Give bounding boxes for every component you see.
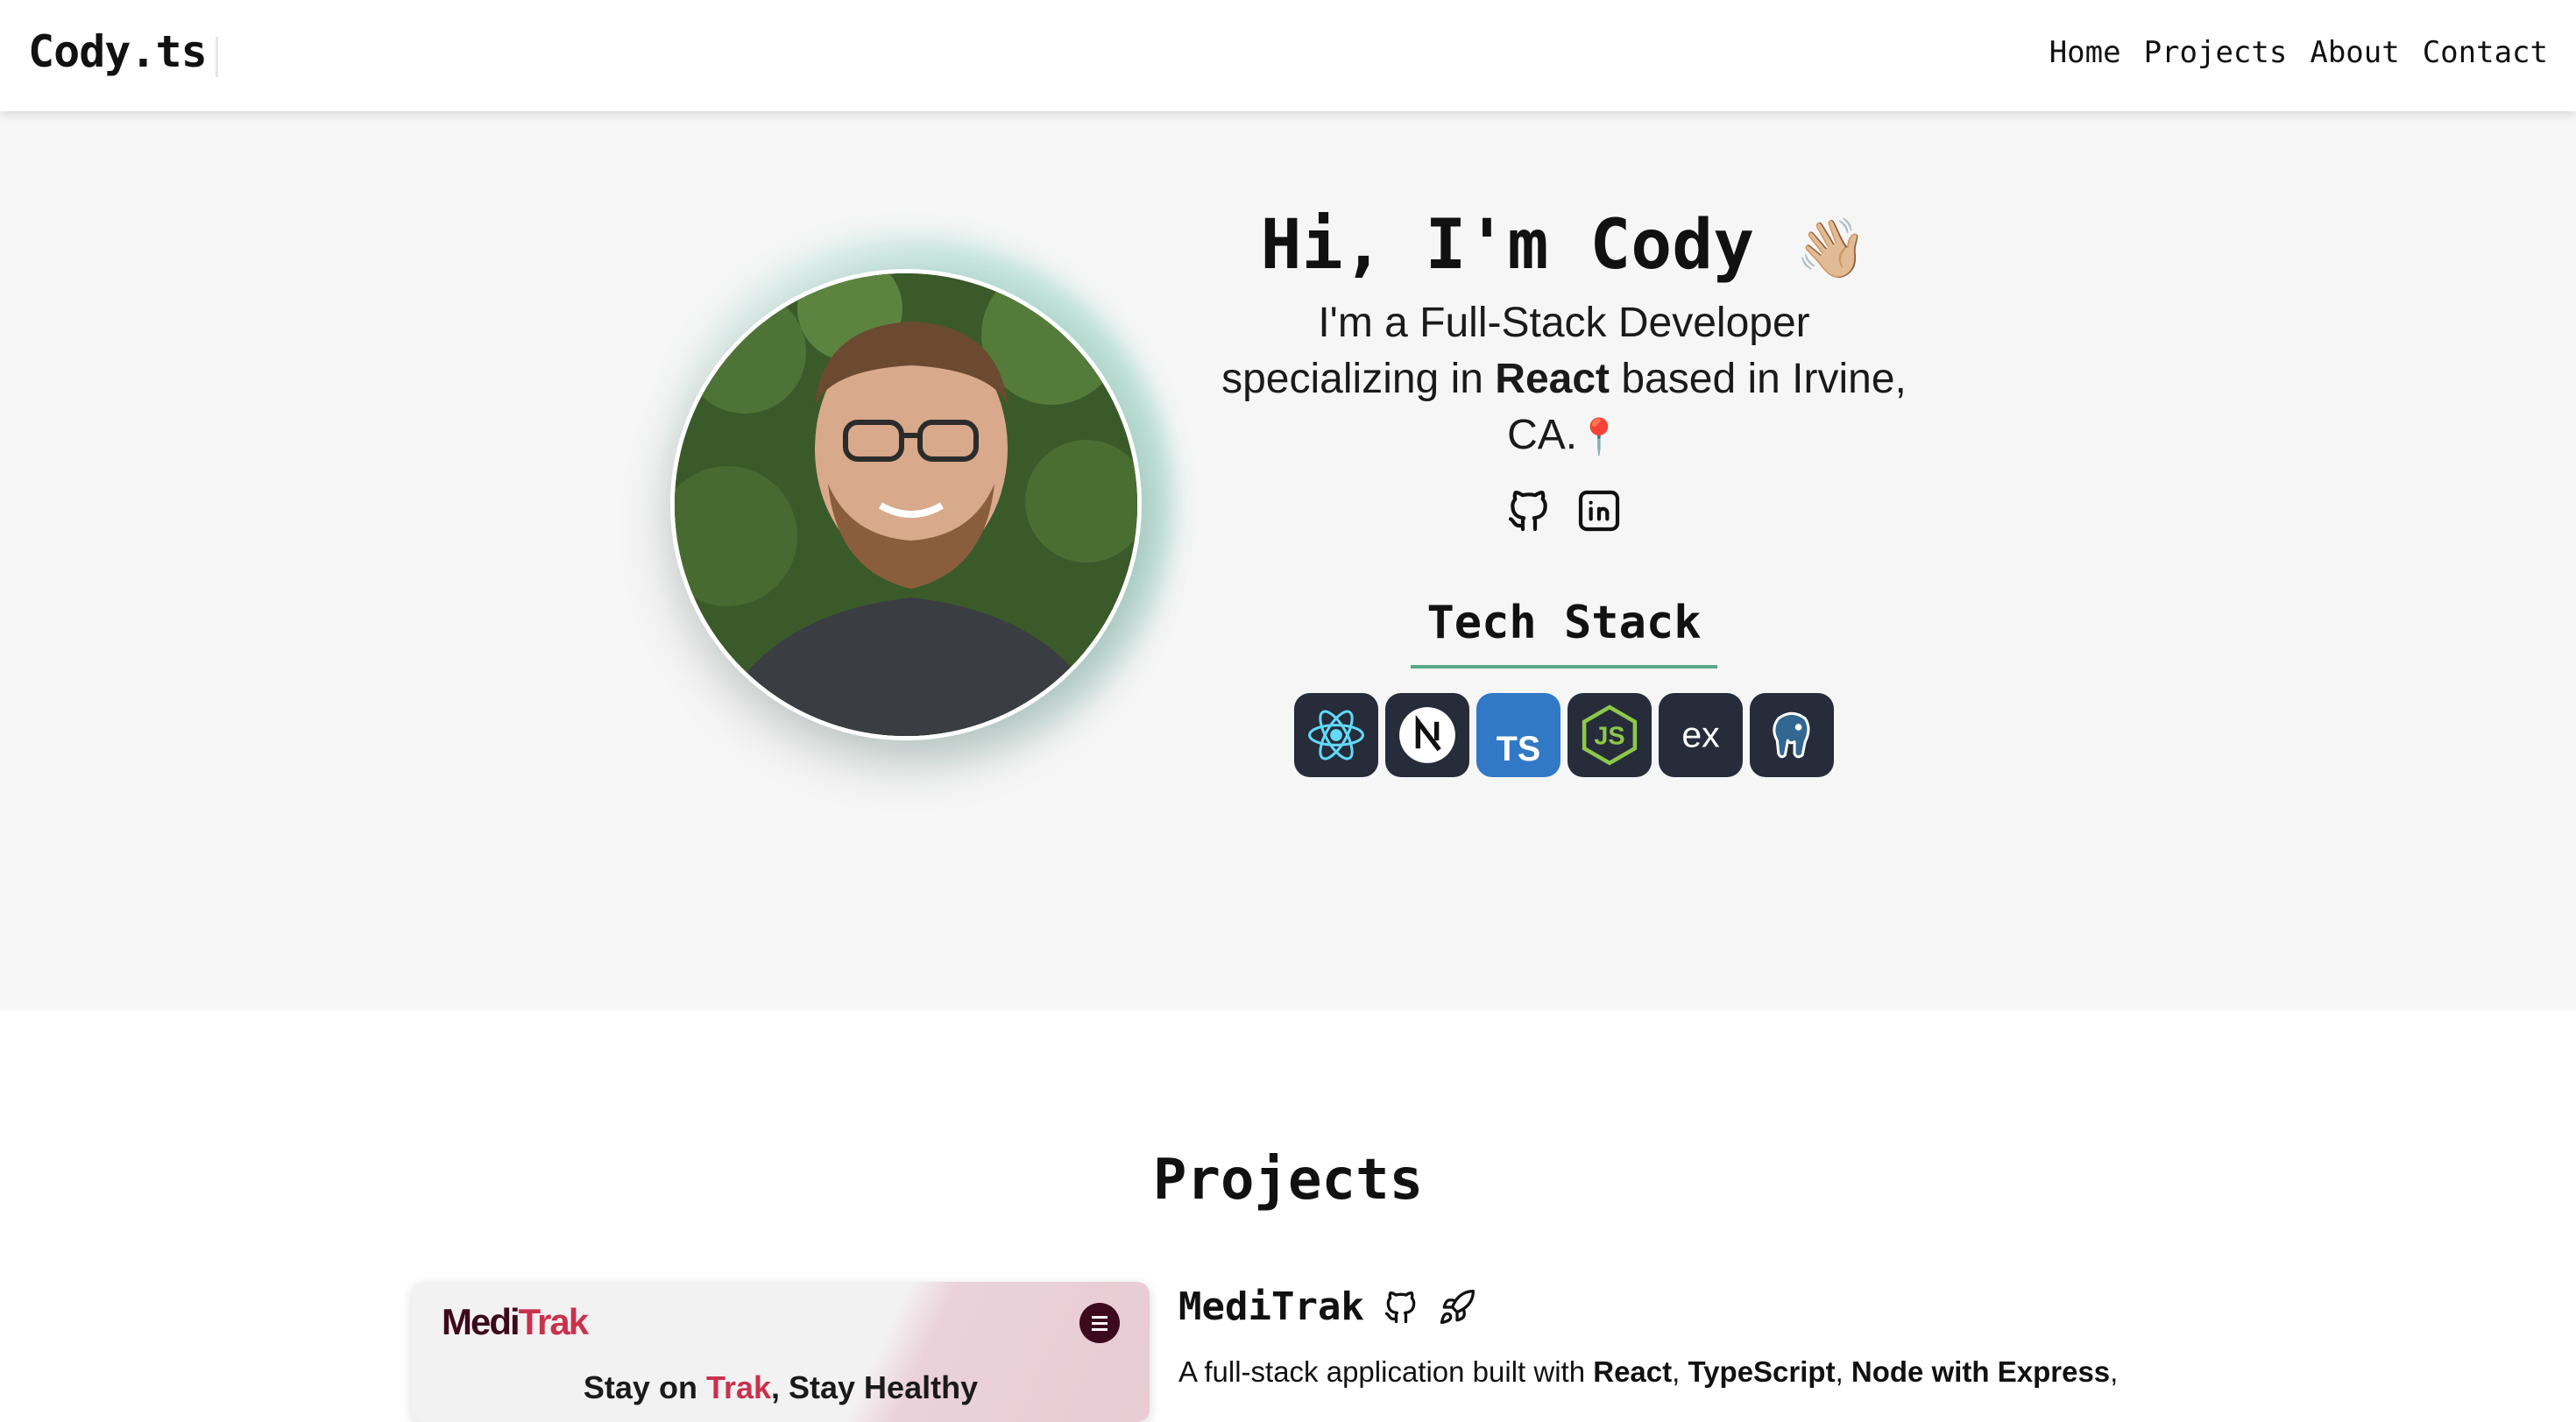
hero-section: Hi, I'm Cody 👋🏼 I'm a Full-Stack Develop… <box>0 111 2576 1010</box>
desc-prefix: A full-stack application built with <box>1178 1355 1594 1388</box>
site-header: Cody.ts Home Projects About Contact <box>0 0 2576 111</box>
desc-sep: , <box>1672 1355 1688 1388</box>
nav-projects[interactable]: Projects <box>2144 35 2288 70</box>
desc-tech-typescript: TypeScript <box>1688 1355 1836 1388</box>
tech-stack-list: TS JS ex <box>1209 693 1919 777</box>
nodejs-icon: JS <box>1568 693 1652 777</box>
site-logo[interactable]: Cody.ts <box>28 26 208 77</box>
svg-text:JS: JS <box>1594 723 1624 751</box>
nav-home[interactable]: Home <box>2049 35 2121 70</box>
linkedin-icon[interactable] <box>1575 486 1624 535</box>
express-icon: ex <box>1659 693 1743 777</box>
greeting-text: Hi, I'm Cody <box>1260 206 1755 285</box>
react-icon <box>1294 693 1378 777</box>
github-icon[interactable] <box>1382 1288 1420 1326</box>
profile-photo <box>670 269 1142 740</box>
desc-sep: , <box>2110 1355 2119 1388</box>
meditrak-tagline: Stay on Trak, Stay Healthy <box>412 1369 1150 1406</box>
github-icon[interactable] <box>1504 486 1553 535</box>
project-title-row: MediTrak <box>1178 1284 2142 1329</box>
profile-photo-illustration <box>675 273 1137 736</box>
location-pin-icon: 📍 <box>1577 418 1621 456</box>
typescript-icon: TS <box>1476 693 1560 777</box>
project-description: A full-stack application built with Reac… <box>1178 1352 2142 1392</box>
bio-bold-react: React <box>1495 356 1610 402</box>
desc-sep: , <box>1835 1355 1851 1388</box>
rocket-icon[interactable] <box>1438 1288 1476 1326</box>
hamburger-menu-icon <box>1079 1303 1120 1343</box>
svg-text:ex: ex <box>1681 715 1720 755</box>
main-nav: Home Projects About Contact <box>2049 35 2548 70</box>
desc-tech-node: Node with Express <box>1851 1355 2111 1388</box>
bio-text: I'm a Full-Stack Developer specializing … <box>1209 295 1919 465</box>
social-links <box>1209 486 1919 535</box>
svg-text:TS: TS <box>1497 730 1541 768</box>
avatar-container <box>635 234 1175 774</box>
meditrak-logo-trak: Trak <box>518 1301 589 1342</box>
project-info: MediTrak A full-stack application built … <box>1178 1284 2142 1392</box>
greeting-heading: Hi, I'm Cody 👋🏼 <box>1209 206 1919 285</box>
text-caret <box>216 37 218 77</box>
project-name: MediTrak <box>1178 1284 1364 1329</box>
postgresql-icon <box>1750 693 1834 777</box>
wave-emoji: 👋🏼 <box>1795 215 1868 282</box>
projects-heading: Projects <box>1152 1148 1424 1213</box>
intro-block: Hi, I'm Cody 👋🏼 I'm a Full-Stack Develop… <box>1209 206 1919 777</box>
meditrak-logo: MediTrak <box>442 1301 589 1343</box>
nav-contact[interactable]: Contact <box>2423 35 2548 70</box>
desc-tech-react: React <box>1593 1355 1673 1388</box>
project-preview-card[interactable]: MediTrak Stay on Trak, Stay Healthy <box>412 1282 1150 1422</box>
meditrak-logo-medi: Medi <box>442 1301 520 1342</box>
nav-about[interactable]: About <box>2310 35 2399 70</box>
tech-stack-heading: Tech Stack <box>1411 597 1717 669</box>
nextjs-icon <box>1385 693 1469 777</box>
